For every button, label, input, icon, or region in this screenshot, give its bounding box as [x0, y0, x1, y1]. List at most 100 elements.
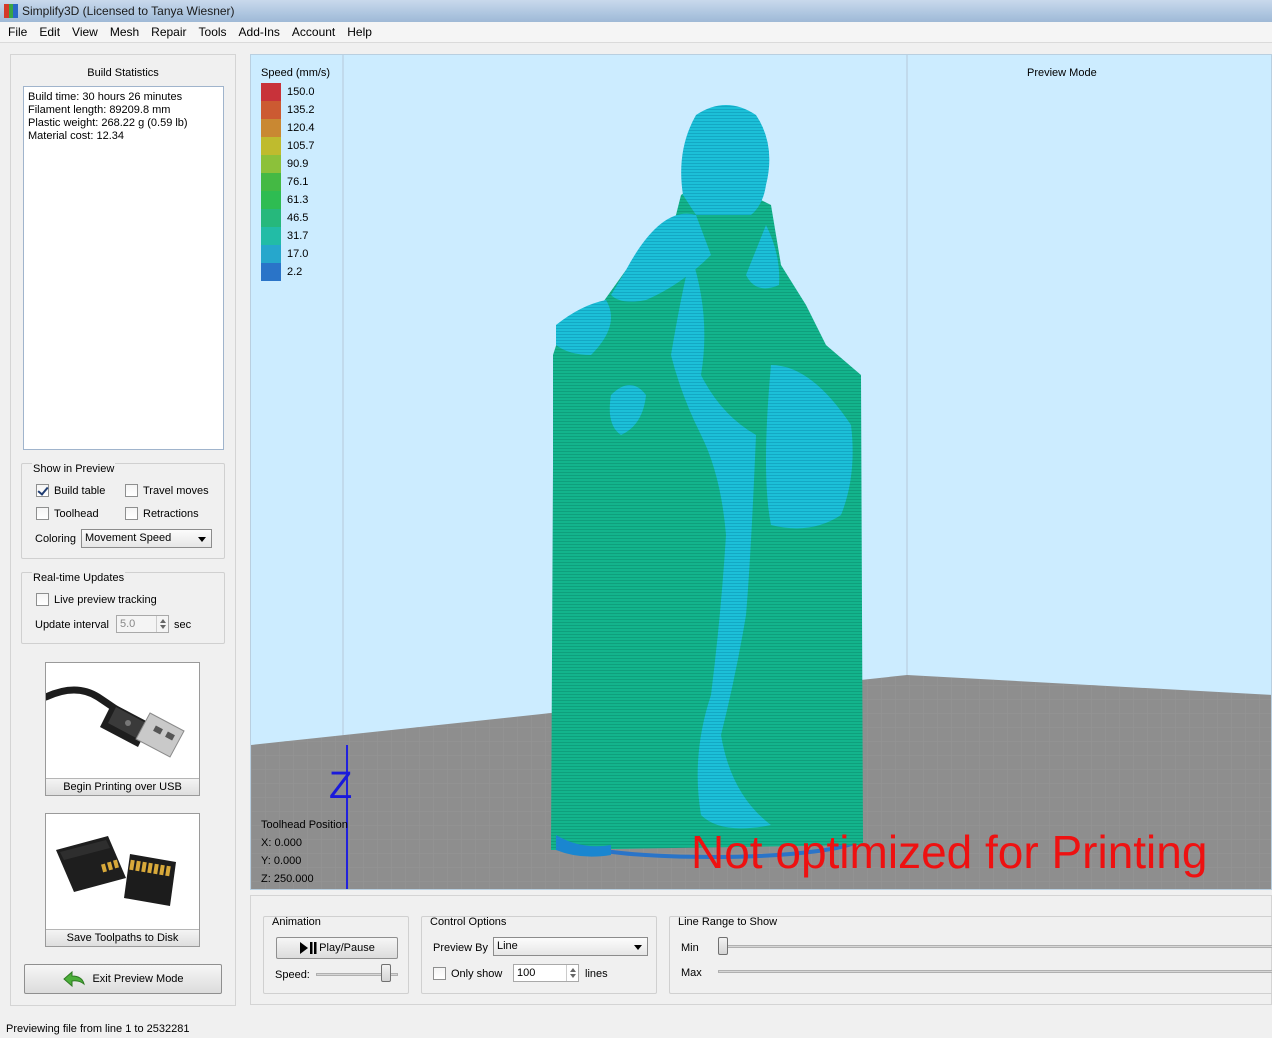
bottom-panel: Animation Play/Pause Speed: Control Opti…: [250, 895, 1272, 1005]
exit-preview-mode-button[interactable]: Exit Preview Mode: [24, 964, 222, 994]
speed-legend-row: 76.1: [261, 173, 315, 191]
preview-by-value: Line: [497, 940, 518, 952]
speed-legend-row: 90.9: [261, 155, 315, 173]
menu-add-ins[interactable]: Add-Ins: [233, 25, 286, 39]
spin-arrows-icon[interactable]: [156, 616, 168, 632]
retractions-checkbox[interactable]: Retractions: [125, 507, 199, 520]
menu-account[interactable]: Account: [286, 25, 341, 39]
scene-canvas: [251, 55, 1271, 889]
stat-filament-length: Filament length: 89209.8 mm: [28, 104, 171, 116]
speed-label: Speed:: [275, 969, 310, 981]
save-button-caption: Save Toolpaths to Disk: [46, 929, 199, 946]
speed-legend: 150.0 135.2 120.4 105.7 90.9 76.1 61.3 4…: [261, 83, 315, 281]
update-interval-unit: sec: [174, 619, 192, 631]
menu-file[interactable]: File: [2, 25, 33, 39]
live-preview-box: [36, 593, 49, 606]
build-statistics-box[interactable]: Build time: 30 hours 26 minutes Filament…: [23, 86, 224, 450]
live-preview-tracking-checkbox[interactable]: Live preview tracking: [36, 593, 157, 606]
speed-legend-row: 150.0: [261, 83, 315, 101]
speed-value: 135.2: [287, 104, 315, 116]
toolhead-checkbox[interactable]: Toolhead: [36, 507, 99, 520]
menu-tools[interactable]: Tools: [193, 25, 233, 39]
speed-swatch: [261, 245, 281, 263]
back-arrow-icon: [63, 971, 86, 987]
speed-legend-row: 46.5: [261, 209, 315, 227]
usb-button-caption: Begin Printing over USB: [46, 778, 199, 795]
toolhead-label: Toolhead: [54, 507, 99, 520]
speed-swatch: [261, 173, 281, 191]
preview-by-label: Preview By: [433, 942, 489, 954]
preview-by-select[interactable]: Line: [493, 937, 648, 956]
line-range-title: Line Range to Show: [678, 916, 778, 928]
only-show-unit: lines: [585, 968, 608, 980]
menu-help[interactable]: Help: [341, 25, 378, 39]
preview-viewport[interactable]: Speed (mm/s) 150.0 135.2 120.4 105.7 90.…: [250, 54, 1272, 890]
speed-swatch: [261, 227, 281, 245]
speed-value: 61.3: [287, 194, 309, 206]
line-range-min-label: Min: [681, 942, 699, 954]
travel-moves-checkbox[interactable]: Travel moves: [125, 484, 209, 497]
speed-legend-row: 17.0: [261, 245, 315, 263]
live-preview-label: Live preview tracking: [54, 593, 157, 606]
only-show-lines-spinbox[interactable]: 100: [513, 964, 579, 982]
control-options-title: Control Options: [430, 916, 507, 928]
speed-value: 2.2: [287, 266, 303, 278]
play-pause-button[interactable]: Play/Pause: [276, 937, 398, 959]
speed-value: 105.7: [287, 140, 315, 152]
coloring-select[interactable]: Movement Speed: [81, 529, 212, 548]
realtime-updates-group: Real-time Updates Live preview tracking …: [21, 572, 225, 644]
speed-swatch: [261, 209, 281, 227]
stat-plastic-weight: Plastic weight: 268.22 g (0.59 lb): [28, 117, 188, 129]
only-show-value: 100: [517, 967, 536, 979]
build-table-checkbox[interactable]: Build table: [36, 484, 105, 497]
speed-value: 76.1: [287, 176, 309, 188]
line-range-min-slider-track[interactable]: [718, 945, 1272, 948]
speed-swatch: [261, 191, 281, 209]
speed-value: 90.9: [287, 158, 309, 170]
spin-arrows-icon[interactable]: [566, 965, 578, 981]
window-title: Simplify3D (Licensed to Tanya Wiesner): [22, 4, 235, 18]
coloring-label: Coloring: [35, 533, 76, 545]
toolhead-position: Toolhead Position X: 0.000 Y: 0.000 Z: 2…: [261, 816, 348, 888]
speed-value: 31.7: [287, 230, 309, 242]
speed-swatch: [261, 263, 281, 281]
menu-mesh[interactable]: Mesh: [104, 25, 145, 39]
chevron-down-icon: [198, 537, 206, 542]
speed-swatch: [261, 119, 281, 137]
exit-preview-label: Exit Preview Mode: [92, 973, 184, 985]
speed-swatch: [261, 83, 281, 101]
animation-speed-slider-thumb[interactable]: [381, 964, 391, 982]
realtime-updates-title: Real-time Updates: [32, 572, 126, 584]
speed-swatch: [261, 101, 281, 119]
title-bar: Simplify3D (Licensed to Tanya Wiesner): [0, 0, 1272, 22]
play-pause-icon: [300, 942, 317, 954]
speed-legend-row: 61.3: [261, 191, 315, 209]
animation-group: Animation Play/Pause Speed:: [263, 916, 409, 994]
travel-moves-box: [125, 484, 138, 497]
speed-value: 150.0: [287, 86, 315, 98]
update-interval-value: 5.0: [120, 618, 136, 630]
chevron-down-icon: [634, 945, 642, 950]
save-toolpaths-button[interactable]: Save Toolpaths to Disk: [45, 813, 200, 947]
update-interval-spinbox[interactable]: 5.0: [116, 615, 169, 633]
menu-view[interactable]: View: [66, 25, 104, 39]
sd-card-icon: [56, 836, 176, 906]
speed-legend-row: 105.7: [261, 137, 315, 155]
control-options-group: Control Options Preview By Line Only sho…: [421, 916, 657, 994]
line-range-max-label: Max: [681, 967, 702, 979]
only-show-box: [433, 967, 446, 980]
build-statistics-title: Build Statistics: [87, 67, 159, 79]
menu-edit[interactable]: Edit: [33, 25, 66, 39]
z-axis-label: Z: [329, 765, 353, 807]
simplify3d-logo-icon: [4, 4, 19, 18]
show-in-preview-group: Show in Preview Build table Travel moves…: [21, 463, 225, 559]
menu-repair[interactable]: Repair: [145, 25, 192, 39]
travel-moves-label: Travel moves: [143, 484, 209, 497]
speed-value: 46.5: [287, 212, 309, 224]
only-show-checkbox[interactable]: Only show: [433, 967, 502, 980]
line-range-min-slider-thumb[interactable]: [718, 937, 728, 955]
toolhead-z: Z: 250.000: [261, 873, 314, 885]
begin-printing-usb-button[interactable]: Begin Printing over USB: [45, 662, 200, 796]
line-range-max-slider-track[interactable]: [718, 970, 1272, 973]
stat-build-time: Build time: 30 hours 26 minutes: [28, 91, 183, 103]
